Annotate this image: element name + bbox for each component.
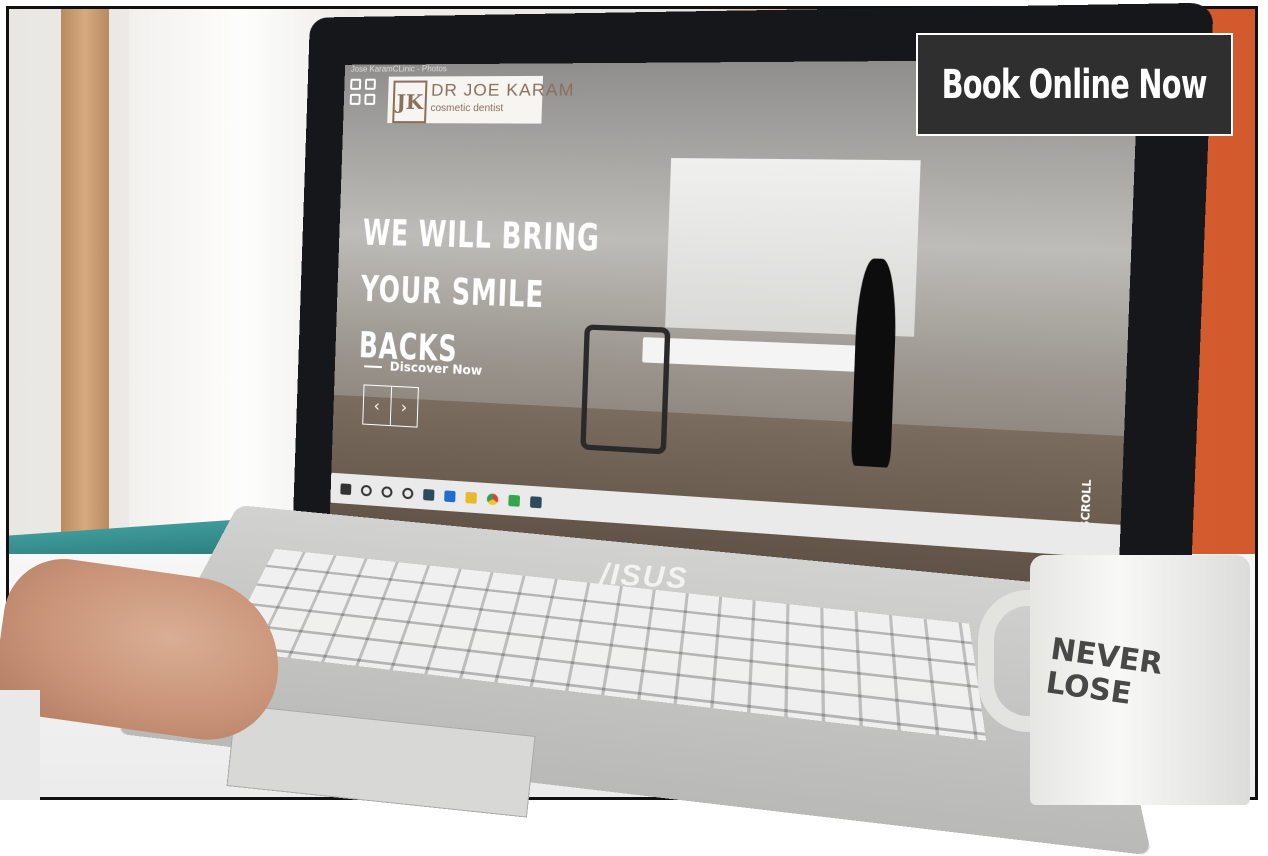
- task-view-icon[interactable]: [402, 487, 414, 499]
- logo-mark: JK: [392, 80, 428, 124]
- grid-menu-icon[interactable]: [349, 78, 376, 105]
- chrome-icon[interactable]: [486, 492, 499, 505]
- edge-icon[interactable]: [444, 489, 456, 502]
- hero-headline: WE WILL BRING YOUR SMILE BACKS: [358, 212, 601, 371]
- file-explorer-icon[interactable]: [465, 491, 477, 504]
- book-online-button[interactable]: Book Online Now: [916, 33, 1233, 136]
- store-icon[interactable]: [423, 488, 435, 501]
- white-sleeve: [0, 690, 40, 800]
- next-arrow-icon[interactable]: ›: [390, 387, 418, 427]
- search-icon[interactable]: [360, 484, 372, 497]
- excel-icon[interactable]: [508, 494, 521, 507]
- logo-name: DR JOE KARAM: [430, 79, 575, 100]
- logo-tagline: cosmetic dentist: [430, 102, 504, 115]
- cortana-icon[interactable]: [381, 485, 393, 498]
- laptop-brand-logo: /ISUS: [599, 557, 690, 596]
- office-desk: [642, 337, 879, 373]
- prev-arrow-icon[interactable]: ‹: [363, 385, 392, 426]
- slider-arrows: ‹ ›: [362, 384, 419, 428]
- photos-icon[interactable]: [530, 495, 542, 508]
- wooden-post: [61, 9, 109, 549]
- window-title: Jose KaramCLinic - Photos: [350, 64, 448, 74]
- start-icon[interactable]: [340, 482, 352, 495]
- laptop-screen: Jose KaramCLinic - Photos JK DR JOE KARA…: [328, 59, 1139, 607]
- book-online-label: Book Online Now: [941, 61, 1208, 108]
